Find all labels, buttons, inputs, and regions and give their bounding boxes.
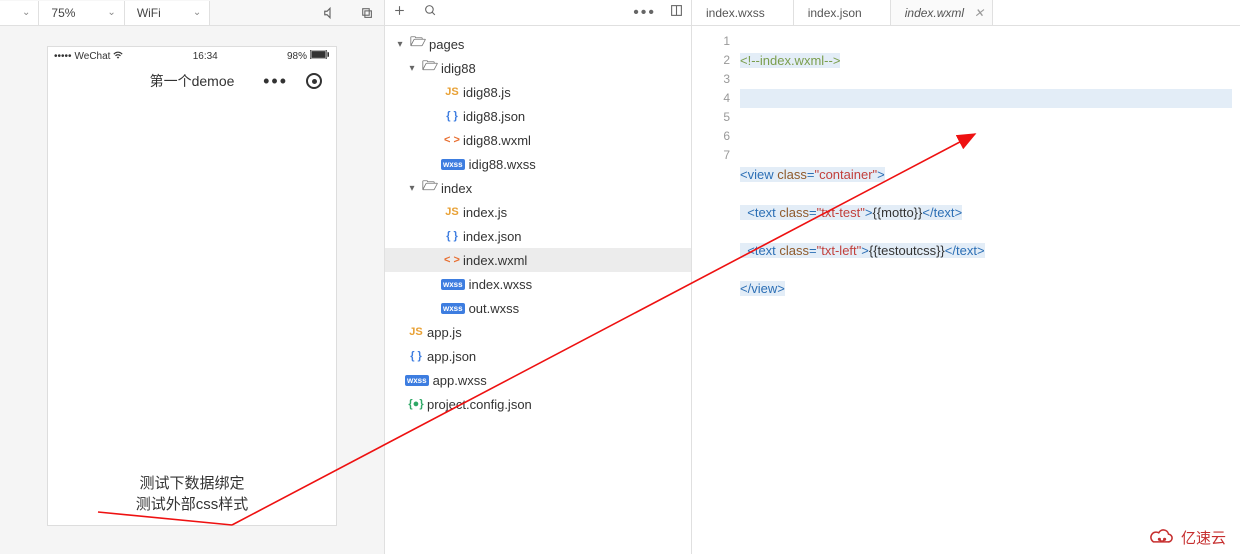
- detach-icon[interactable]: [348, 6, 384, 19]
- config-icon: {●}: [405, 398, 427, 410]
- tree-file[interactable]: wxss idig88.wxss: [385, 152, 691, 176]
- network-value: WiFi: [137, 6, 161, 20]
- explorer-toolbar: •••: [385, 0, 691, 26]
- folder-label: index: [441, 181, 472, 196]
- folder-icon: 🗁: [407, 33, 429, 55]
- chevron-down-icon: ⌄: [22, 7, 30, 18]
- battery-pct: 98%: [287, 51, 307, 62]
- target-icon[interactable]: [306, 73, 322, 89]
- wxss-icon: wxss: [405, 375, 429, 386]
- file-label: index.js: [463, 205, 507, 220]
- file-label: app.js: [427, 325, 462, 340]
- tree-folder-idig88[interactable]: ▾ 🗁 idig88: [385, 56, 691, 80]
- wxss-icon: wxss: [441, 159, 465, 170]
- battery-icon: [310, 50, 330, 62]
- chevron-down-icon: ⌄: [193, 7, 201, 18]
- zoom-select[interactable]: 75% ⌄: [39, 1, 124, 25]
- simulator-toolbar: ⌄ 75% ⌄ WiFi ⌄: [0, 0, 384, 26]
- tree-folder-pages[interactable]: ▾ 🗁 pages: [385, 32, 691, 56]
- file-label: idig88.json: [463, 109, 525, 124]
- wxml-icon: < >: [441, 134, 463, 146]
- wxss-icon: wxss: [441, 279, 465, 290]
- split-icon[interactable]: [670, 4, 683, 22]
- brand-logo: 亿速云: [1149, 527, 1226, 548]
- json-icon: { }: [405, 350, 427, 362]
- tree-file[interactable]: wxss out.wxss: [385, 296, 691, 320]
- search-icon[interactable]: [424, 4, 437, 22]
- phone-time: 16:34: [193, 51, 218, 62]
- tree-folder-index[interactable]: ▾ 🗁 index: [385, 176, 691, 200]
- file-label: idig88.wxml: [463, 133, 531, 148]
- folder-label: pages: [429, 37, 464, 52]
- tree-file[interactable]: JSindex.js: [385, 200, 691, 224]
- folder-label: idig88: [441, 61, 476, 76]
- tree-file[interactable]: < >idig88.wxml: [385, 128, 691, 152]
- file-label: app.json: [427, 349, 476, 364]
- json-icon: { }: [441, 110, 463, 122]
- editor-tabs: index.wxss index.json index.wxml ✕: [692, 0, 1240, 26]
- device-select[interactable]: ⌄: [0, 1, 39, 25]
- file-tree: ▾ 🗁 pages ▾ 🗁 idig88 JSidig88.js { }idig…: [385, 26, 691, 416]
- tree-file[interactable]: { }idig88.json: [385, 104, 691, 128]
- tab-label: index.wxml: [905, 6, 964, 20]
- twist-down-icon: ▾: [405, 63, 419, 74]
- line-gutter: 1 2 3 4 5 6 7: [692, 26, 740, 554]
- file-label: idig88.js: [463, 85, 511, 100]
- js-icon: JS: [405, 326, 427, 338]
- file-label: app.wxss: [433, 373, 487, 388]
- simulator-screen: ••••• WeChat 16:34 98% 第一个demoe •••: [47, 46, 337, 526]
- tab-label: index.wxss: [706, 6, 765, 20]
- brand-text: 亿速云: [1181, 527, 1226, 548]
- tab-label: index.json: [808, 6, 862, 20]
- json-icon: { }: [441, 230, 463, 242]
- code-area[interactable]: <!--index.wxml--> <view class="container…: [740, 26, 1240, 554]
- file-label: index.wxml: [463, 253, 527, 268]
- carrier-name: WeChat: [75, 51, 111, 62]
- twist-down-icon: ▾: [405, 183, 419, 194]
- tree-file[interactable]: wxss app.wxss: [385, 368, 691, 392]
- tree-file[interactable]: { }app.json: [385, 344, 691, 368]
- folder-icon: 🗁: [419, 177, 441, 199]
- tab-index-wxml[interactable]: index.wxml ✕: [891, 0, 993, 25]
- chevron-down-icon: ⌄: [107, 7, 115, 18]
- wxss-icon: wxss: [441, 303, 465, 314]
- mute-icon[interactable]: [312, 6, 348, 20]
- close-icon[interactable]: ✕: [974, 6, 984, 20]
- file-label: out.wxss: [469, 301, 520, 316]
- tab-index-json[interactable]: index.json: [794, 0, 891, 25]
- page-title: 第一个demoe: [150, 71, 235, 91]
- network-select[interactable]: WiFi ⌄: [125, 1, 210, 25]
- zoom-value: 75%: [51, 6, 75, 20]
- folder-icon: 🗁: [419, 57, 441, 79]
- tree-file[interactable]: JSapp.js: [385, 320, 691, 344]
- wxml-icon: < >: [441, 254, 463, 266]
- file-label: index.wxss: [469, 277, 533, 292]
- more-icon[interactable]: •••: [633, 4, 656, 22]
- twist-down-icon: ▾: [393, 39, 407, 50]
- js-icon: JS: [441, 206, 463, 218]
- more-icon[interactable]: •••: [263, 71, 288, 92]
- add-file-icon[interactable]: [393, 4, 406, 22]
- tree-file-selected[interactable]: < >index.wxml: [385, 248, 691, 272]
- signal-dots: •••••: [54, 51, 72, 62]
- sim-text-2: 测试外部css样式: [48, 494, 336, 515]
- code-comment: <!--index.wxml-->: [740, 53, 840, 68]
- js-icon: JS: [441, 86, 463, 98]
- file-label: project.config.json: [427, 397, 532, 412]
- tree-file[interactable]: JSidig88.js: [385, 80, 691, 104]
- tab-index-wxss[interactable]: index.wxss: [692, 0, 794, 25]
- tree-file[interactable]: wxss index.wxss: [385, 272, 691, 296]
- file-label: index.json: [463, 229, 522, 244]
- wifi-icon: [113, 51, 123, 62]
- tree-file[interactable]: {●}project.config.json: [385, 392, 691, 416]
- tree-file[interactable]: { }index.json: [385, 224, 691, 248]
- file-label: idig88.wxss: [469, 157, 536, 172]
- sim-text-1: 测试下数据绑定: [48, 473, 336, 494]
